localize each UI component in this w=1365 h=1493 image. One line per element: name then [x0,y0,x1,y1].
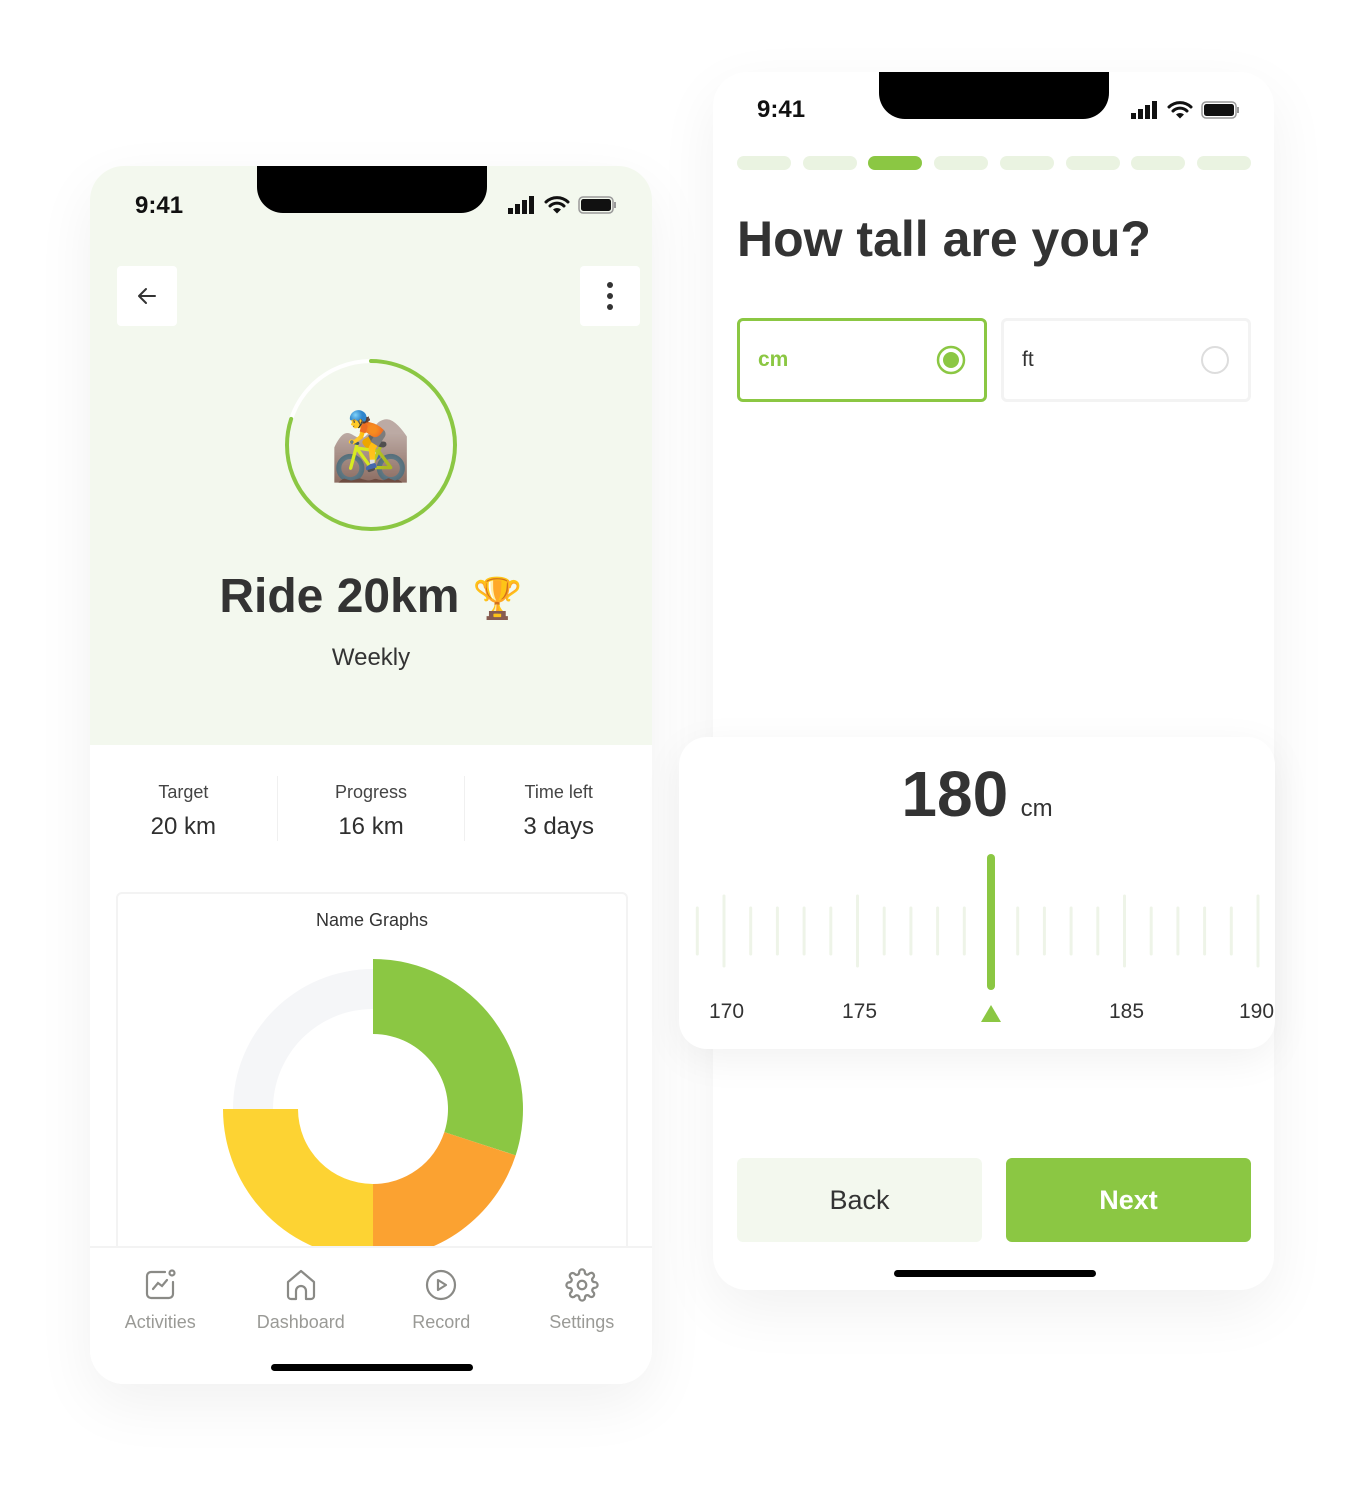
stat-time-left: Time left 3 days [465,776,652,841]
home-indicator [271,1364,473,1371]
back-button[interactable] [117,266,177,326]
signal-icon [508,196,534,214]
step-segment [1065,156,1120,170]
status-time: 9:41 [757,96,806,123]
home-icon [286,1269,315,1301]
nav-label: Activities [124,1312,196,1332]
question-title: How tall are you? [737,211,1151,267]
battery-icon [578,196,616,214]
stat-value: 16 km [338,813,404,840]
more-vertical-icon [607,282,613,310]
radio-unselected-icon [1201,346,1229,374]
wifi-icon [1167,101,1193,119]
step-segment [934,156,989,170]
more-button[interactable] [580,266,640,326]
nav-label: Settings [549,1312,615,1332]
donut-slice [233,969,373,1109]
donut-slice [373,1132,516,1259]
tick-label-190: 190 [1239,1000,1275,1023]
height-onboarding-screen: 9:41 How tall are you? cm ft Back Next [713,72,1274,1290]
ruler-pointer-icon [981,1005,1001,1022]
challenge-screen: 9:41 🚵 Ride 20km 🏆 Weekly Target 20 km Pr… [90,166,652,1384]
tick-label-175: 175 [842,1000,878,1023]
battery-icon [1201,101,1239,119]
challenge-frequency: Weekly [331,644,411,671]
donut-slice [223,1109,373,1259]
gear-icon [565,1268,599,1302]
activity-chart-icon [146,1269,176,1300]
wifi-icon [544,196,570,214]
nav-settings[interactable]: Settings [512,1248,653,1384]
tick-label-185: 185 [1109,1000,1145,1023]
step-segment [1131,156,1186,170]
notch [879,72,1109,119]
step-segment [737,156,791,170]
stat-value: 3 days [523,813,595,840]
donut-chart [223,959,523,1259]
tick-label-170: 170 [709,1000,745,1023]
unit-label: cm [758,348,789,371]
step-segment [999,156,1054,170]
status-icons [508,196,618,214]
nav-label: Dashboard [256,1312,345,1332]
arrow-left-icon [138,288,156,304]
donut-slice [373,959,523,1156]
mountain-biker-icon: 🚵 [329,409,413,483]
radio-selected-icon [936,345,966,375]
status-time: 9:41 [135,192,184,219]
trophy-icon: 🏆 [472,577,523,621]
height-ruler[interactable] [679,737,1275,1049]
notch [257,166,487,213]
unit-label: ft [1022,348,1034,371]
home-indicator [894,1270,1096,1277]
signal-icon [1131,101,1157,119]
back-button[interactable]: Back [737,1158,982,1242]
stat-value: 20 km [150,813,217,840]
stat-progress: Progress 16 km [278,776,466,841]
unit-option-cm[interactable]: cm [737,318,987,402]
stat-label: Time left [524,782,593,802]
unit-option-ft[interactable]: ft [1001,318,1251,402]
challenge-title-text: Ride 20km [219,570,460,623]
graph-card: Name Graphs [116,892,628,1292]
stat-target: Target 20 km [90,776,278,841]
stats-row: Target 20 km Progress 16 km Time left 3 day… [90,776,652,841]
nav-label: Record [412,1312,471,1332]
challenge-title: Ride 20km 🏆 [90,569,652,624]
step-segment [1196,156,1251,170]
stat-label: Target [158,782,209,802]
step-segment [802,156,857,170]
stat-label: Progress [334,782,408,802]
next-button[interactable]: Next [1006,1158,1251,1242]
status-icons [1131,101,1241,119]
step-segment [868,156,923,170]
play-circle-icon [426,1269,457,1301]
height-ruler-card: 180 cm 170 175 185 190 [679,737,1275,1049]
nav-activities[interactable]: Activities [90,1248,231,1384]
